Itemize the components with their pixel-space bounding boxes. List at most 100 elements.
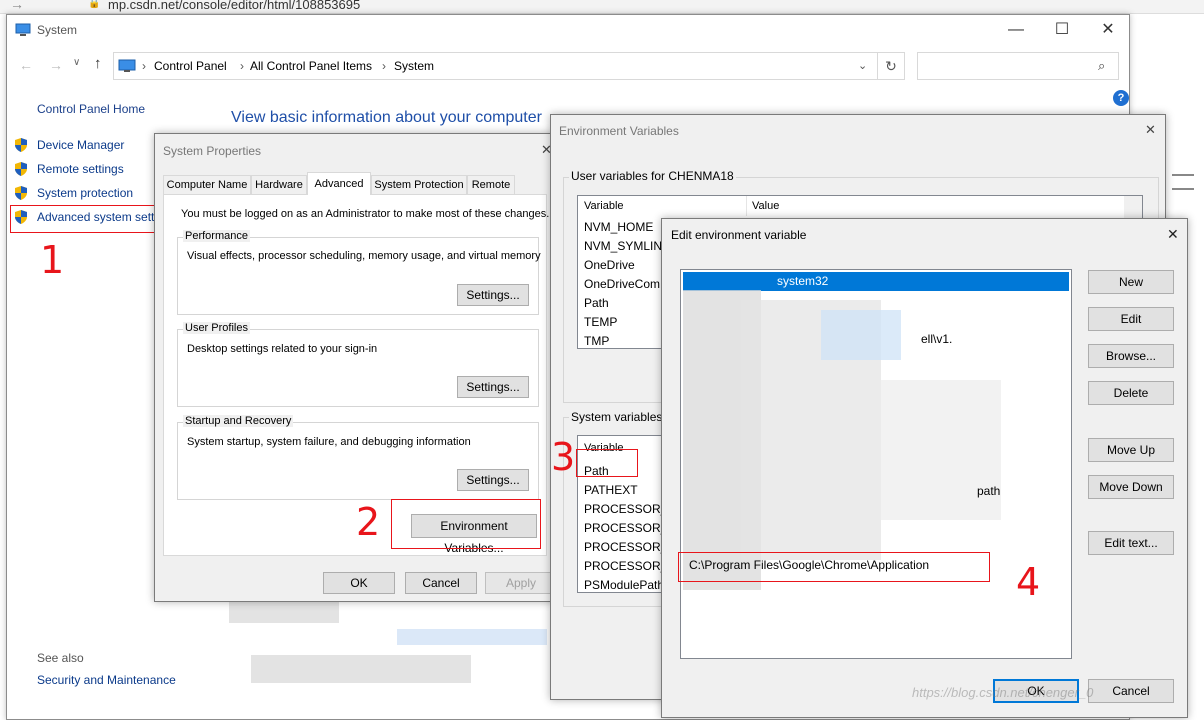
tab-computer-name[interactable]: Computer Name: [163, 175, 251, 194]
tab-hardware[interactable]: Hardware: [251, 175, 307, 194]
breadcrumb-sep-icon: ›: [240, 59, 244, 73]
search-icon: ⌕: [1098, 58, 1106, 73]
new-button[interactable]: New: [1088, 270, 1174, 294]
shield-icon: [15, 138, 27, 152]
delete-button[interactable]: Delete: [1088, 381, 1174, 405]
system-vars-label: System variables: [569, 410, 665, 424]
security-maintenance-link[interactable]: Security and Maintenance: [37, 673, 176, 687]
tab-remote[interactable]: Remote: [467, 175, 515, 194]
sidebar-item-remote-settings[interactable]: Remote settings: [37, 162, 124, 176]
browse-button[interactable]: Browse...: [1088, 344, 1174, 368]
group-desc: Desktop settings related to your sign-in: [187, 343, 378, 355]
blurred-region: [881, 380, 1001, 520]
col-value: Value: [752, 200, 780, 212]
group-label: Performance: [183, 230, 250, 242]
path-fragment: path: [977, 484, 1001, 498]
minimize-icon[interactable]: —: [993, 15, 1039, 45]
path-fragment: ell\v1.: [921, 332, 953, 346]
startup-settings-button[interactable]: Settings...: [457, 469, 529, 491]
user-vars-label: User variables for CHENMA18: [569, 169, 736, 183]
cancel-button[interactable]: Cancel: [405, 572, 477, 594]
shield-icon: [15, 186, 27, 200]
address-bar[interactable]: › Control Panel › All Control Panel Item…: [113, 52, 879, 80]
list-item[interactable]: NVM_SYMLINK: [584, 237, 670, 256]
list-item[interactable]: NVM_HOME: [584, 218, 653, 237]
admin-note: You must be logged on as an Administrato…: [181, 208, 550, 220]
blurred-region: [397, 629, 547, 645]
user-profiles-settings-button[interactable]: Settings...: [457, 376, 529, 398]
list-item[interactable]: TMP: [584, 332, 609, 351]
annotation-number-1: 1: [40, 238, 65, 282]
col-divider: [746, 196, 747, 216]
annotation-number-2: 2: [356, 500, 381, 544]
list-item[interactable]: OneDrive: [584, 256, 635, 275]
annotation-box-2: [391, 499, 541, 549]
tab-advanced[interactable]: Advanced: [307, 172, 371, 195]
move-down-button[interactable]: Move Down: [1088, 475, 1174, 499]
edit-text-button[interactable]: Edit text...: [1088, 531, 1174, 555]
close-icon[interactable]: ✕: [1085, 15, 1131, 45]
browser-url[interactable]: mp.csdn.net/console/editor/html/10885369…: [108, 0, 360, 12]
nav-recent-icon[interactable]: ∨: [73, 57, 80, 68]
list-item[interactable]: Path: [584, 294, 609, 313]
group-label: Startup and Recovery: [183, 415, 294, 427]
edit-env-variable-dialog: Edit environment variable ✕ system32 ell…: [661, 218, 1188, 718]
annotation-number-4: 4: [1016, 560, 1041, 604]
group-desc: System startup, system failure, and debu…: [187, 436, 471, 448]
shield-icon: [15, 162, 27, 176]
tab-system-protection[interactable]: System Protection: [371, 175, 467, 194]
list-item[interactable]: TEMP: [584, 313, 617, 332]
col-variable: Variable: [584, 200, 624, 212]
path-entries-list[interactable]: system32 ell\v1. path C:\Program Files\G…: [680, 269, 1072, 659]
move-up-button[interactable]: Move Up: [1088, 438, 1174, 462]
browser-toolbar: → 🔒 mp.csdn.net/console/editor/html/1088…: [0, 0, 1204, 14]
cancel-button[interactable]: Cancel: [1088, 679, 1174, 703]
nav-back-icon[interactable]: ←: [19, 57, 33, 73]
breadcrumb-sep-icon: ›: [142, 59, 146, 73]
breadcrumb-system[interactable]: System: [394, 59, 434, 73]
list-item[interactable]: PATHEXT: [584, 481, 638, 500]
list-item[interactable]: OneDriveCom: [584, 275, 660, 294]
lock-icon: 🔒: [88, 0, 101, 9]
see-also-label: See also: [37, 651, 84, 665]
window-title: System: [37, 23, 78, 37]
refresh-icon[interactable]: ↻: [877, 52, 905, 80]
breadcrumb-sep-icon: ›: [382, 59, 386, 73]
dialog-title: Environment Variables: [559, 124, 679, 138]
maximize-icon[interactable]: ☐: [1039, 15, 1085, 45]
watermark: https://blog.csdn.net/chenger_0: [912, 685, 1094, 700]
nav-up-icon[interactable]: ↑: [94, 55, 102, 72]
annotation-box-1: [10, 205, 172, 233]
group-label: User Profiles: [183, 322, 250, 334]
close-icon[interactable]: ✕: [1167, 226, 1179, 243]
dialog-title: System Properties: [163, 144, 262, 158]
control-panel-home-link[interactable]: Control Panel Home: [37, 102, 145, 116]
blurred-region: [251, 655, 471, 683]
apply-button: Apply: [485, 572, 557, 594]
sidebar-item-device-manager[interactable]: Device Manager: [37, 138, 124, 152]
list-item[interactable]: PSModulePath: [584, 576, 664, 595]
selected-row[interactable]: system32: [683, 272, 1069, 291]
back-arrow-icon[interactable]: →: [10, 0, 24, 12]
ok-button[interactable]: OK: [323, 572, 395, 594]
breadcrumb-all-items[interactable]: All Control Panel Items: [250, 59, 372, 73]
computer-icon: [15, 23, 31, 36]
chevron-down-icon[interactable]: ⌄: [858, 59, 867, 72]
annotation-number-3: 3: [551, 435, 576, 479]
blurred-region: [229, 601, 339, 623]
close-icon[interactable]: ✕: [1145, 122, 1156, 138]
page-title: View basic information about your comput…: [231, 109, 542, 126]
menu-icon: [1172, 174, 1194, 190]
annotation-box-3: [576, 449, 638, 477]
performance-settings-button[interactable]: Settings...: [457, 284, 529, 306]
blurred-region: [821, 310, 901, 360]
breadcrumb-control-panel[interactable]: Control Panel: [154, 59, 227, 73]
sidebar-item-system-protection[interactable]: System protection: [37, 186, 133, 200]
edit-button[interactable]: Edit: [1088, 307, 1174, 331]
annotation-box-4: [678, 552, 990, 582]
group-desc: Visual effects, processor scheduling, me…: [187, 250, 541, 262]
help-icon[interactable]: ?: [1113, 90, 1129, 106]
control-panel-icon: [118, 59, 136, 72]
search-input[interactable]: ⌕: [917, 52, 1119, 80]
nav-forward-icon[interactable]: →: [49, 57, 63, 73]
